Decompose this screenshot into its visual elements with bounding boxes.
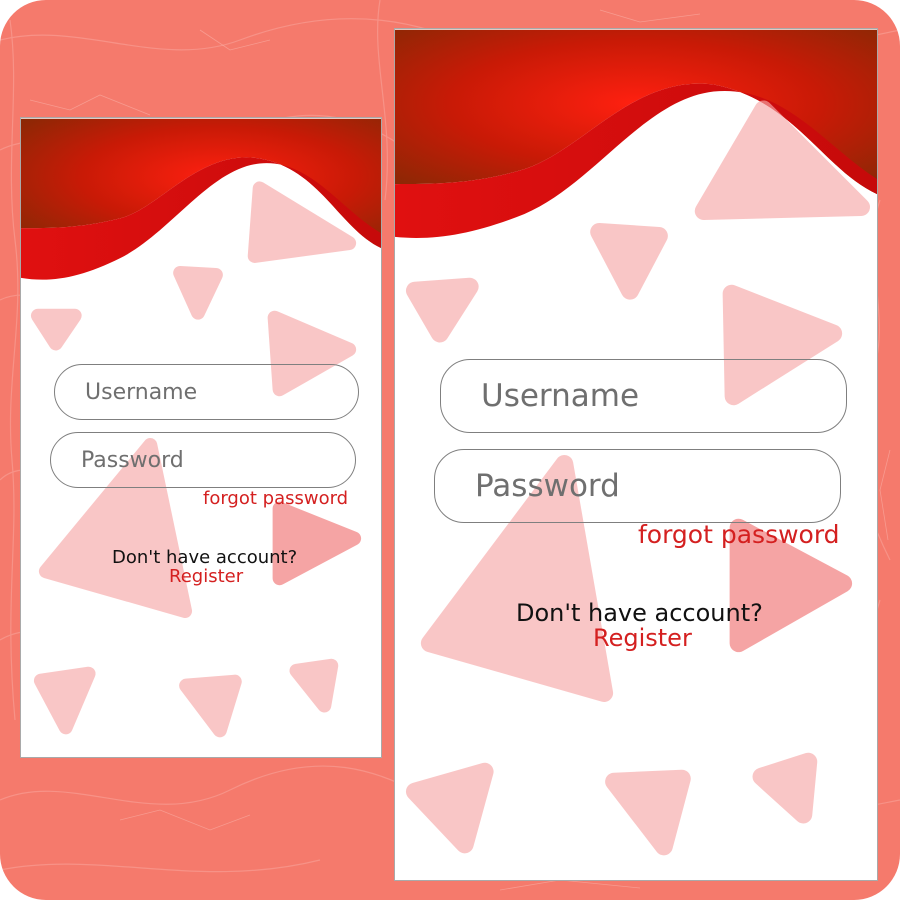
login-screen-small: Username Password forgot password Don't … [20, 117, 382, 758]
forgot-password-link[interactable]: forgot password [638, 520, 840, 549]
no-account-text: Don't have account? [516, 599, 763, 627]
triangle-shape [605, 769, 691, 856]
password-input[interactable]: Password [434, 449, 841, 523]
forgot-password-link[interactable]: forgot password [203, 488, 348, 509]
login-screen-large: Username Password forgot password Don't … [394, 28, 878, 881]
password-input[interactable]: Password [50, 432, 356, 488]
password-placeholder: Password [81, 447, 184, 473]
username-input[interactable]: Username [54, 364, 359, 420]
username-placeholder: Username [85, 379, 198, 405]
password-placeholder: Password [475, 468, 620, 504]
triangle-shape [179, 674, 242, 738]
triangle-shape [405, 277, 479, 343]
triangle-shape [752, 752, 818, 824]
triangle-shape [405, 762, 494, 854]
triangle-shape [33, 666, 96, 735]
username-input[interactable]: Username [440, 359, 847, 433]
register-link[interactable]: Register [593, 624, 692, 652]
triangle-shape [173, 265, 223, 320]
triangle-shape [30, 308, 82, 351]
username-placeholder: Username [481, 378, 640, 414]
no-account-text: Don't have account? [112, 547, 298, 568]
triangle-shape [590, 222, 668, 300]
triangle-shape [289, 658, 339, 713]
register-link[interactable]: Register [169, 566, 243, 587]
